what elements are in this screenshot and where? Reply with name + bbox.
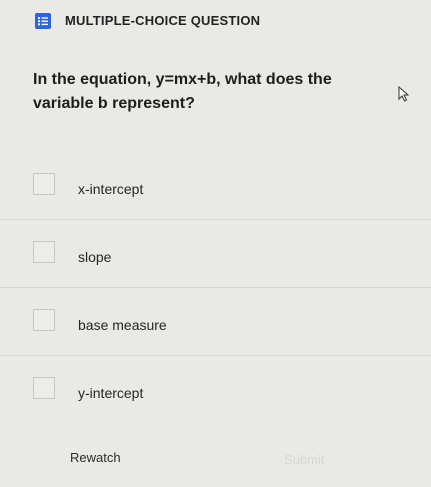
choice-label: slope [78,249,112,265]
question-footer: Rewatch Submit [0,440,431,487]
mouse-cursor-icon [398,85,410,107]
question-prompt: In the equation, y=mx+b, what does the v… [33,71,332,112]
choice-option[interactable]: x-intercept [0,152,431,220]
choice-label: base measure [78,317,167,333]
choice-option[interactable]: slope [0,220,431,288]
submit-button[interactable]: Submit [284,452,324,467]
choice-checkbox[interactable] [33,241,55,263]
list-icon [35,13,51,29]
question-type-label: MULTIPLE-CHOICE QUESTION [65,13,261,28]
rewatch-button[interactable]: Rewatch [70,450,121,465]
choice-option[interactable]: base measure [0,288,431,356]
choice-checkbox[interactable] [33,173,55,195]
choice-checkbox[interactable] [33,309,55,331]
question-header: MULTIPLE-CHOICE QUESTION [0,0,431,40]
choice-label: y-intercept [78,385,144,401]
choice-checkbox[interactable] [33,377,55,399]
answer-choices: x-intercept slope base measure y-interce… [0,152,431,424]
choice-label: x-intercept [78,181,144,197]
choice-option[interactable]: y-intercept [0,356,431,424]
